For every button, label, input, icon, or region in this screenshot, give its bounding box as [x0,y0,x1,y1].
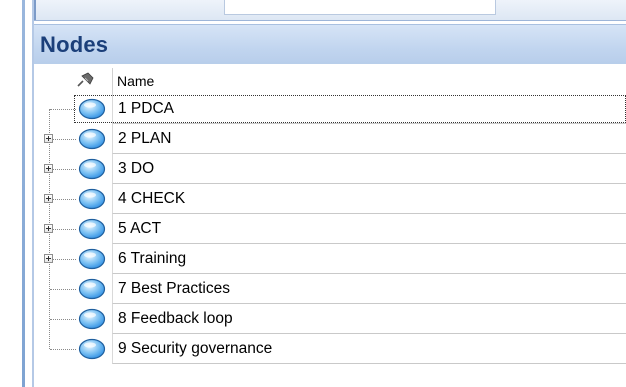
tree-node-label: 5 ACT [118,220,162,237]
tree-node-row[interactable]: 5 ACT [34,214,626,244]
node-globe-icon [78,128,106,150]
plus-expander-icon[interactable] [44,134,53,143]
tree-node-cell [112,244,626,274]
tree-node-row[interactable]: 1 PDCA [34,94,626,124]
plus-expander-icon[interactable] [44,164,53,173]
node-globe-icon [78,158,106,180]
tree-node-label: 2 PLAN [118,130,172,147]
node-globe-icon [78,188,106,210]
tree-node-label: 1 PDCA [118,100,174,117]
tree-node-row[interactable]: 3 DO [34,154,626,184]
strip-separator [34,0,36,20]
tree-node-cell [112,154,626,184]
tree-node-label: 8 Feedback loop [118,310,233,327]
node-globe-icon [78,218,106,240]
tree-node-cell [112,184,626,214]
tree-connector-branch [50,169,76,170]
tree-node-label: 9 Security governance [118,340,273,357]
window-frame-edge [22,0,25,387]
tree-node-row[interactable]: 2 PLAN [34,124,626,154]
tree-connector-branch [50,229,76,230]
tree-node-row[interactable]: 6 Training [34,244,626,274]
tree-connector-branch [50,199,76,200]
tree-node-label: 4 CHECK [118,190,186,207]
tree-connector-branch [50,109,76,110]
node-globe-icon [78,98,106,120]
tree-node-label: 6 Training [118,250,187,267]
node-globe-icon [78,308,106,330]
tree-node-row[interactable]: 9 Security governance [34,334,626,364]
node-globe-icon [78,338,106,360]
nodes-panel-header: Nodes [34,24,626,65]
previous-panel-strip [34,0,626,21]
tree-node-cell [112,214,626,244]
tree-connector-branch [50,289,76,290]
tree-node-label: 3 DO [118,160,155,177]
tree-connector-branch [50,139,76,140]
tree-node-row[interactable]: 8 Feedback loop [34,304,626,334]
tree-node-cell [112,124,626,154]
node-globe-icon [78,278,106,300]
tree-connector-branch [50,349,76,350]
tree-node-row[interactable]: 7 Best Practices [34,274,626,304]
nodes-tree[interactable]: Name 1 PDCA 2 PLAN 3 DO 4 CHECK 5 ACT 6 Train… [34,64,626,387]
previous-panel-field [224,0,496,15]
plus-expander-icon[interactable] [44,254,53,263]
node-globe-icon [78,248,106,270]
tree-node-row[interactable]: 4 CHECK [34,184,626,214]
tree-node-label: 7 Best Practices [118,280,230,297]
column-header: Name [34,68,626,94]
tree-connector-branch [50,259,76,260]
panel-title: Nodes [40,32,109,57]
plus-expander-icon[interactable] [44,224,53,233]
pin-column-header[interactable] [72,68,108,94]
pin-icon [77,72,94,87]
tree-connector-branch [50,319,76,320]
plus-expander-icon[interactable] [44,194,53,203]
name-column-header[interactable]: Name [112,68,626,94]
